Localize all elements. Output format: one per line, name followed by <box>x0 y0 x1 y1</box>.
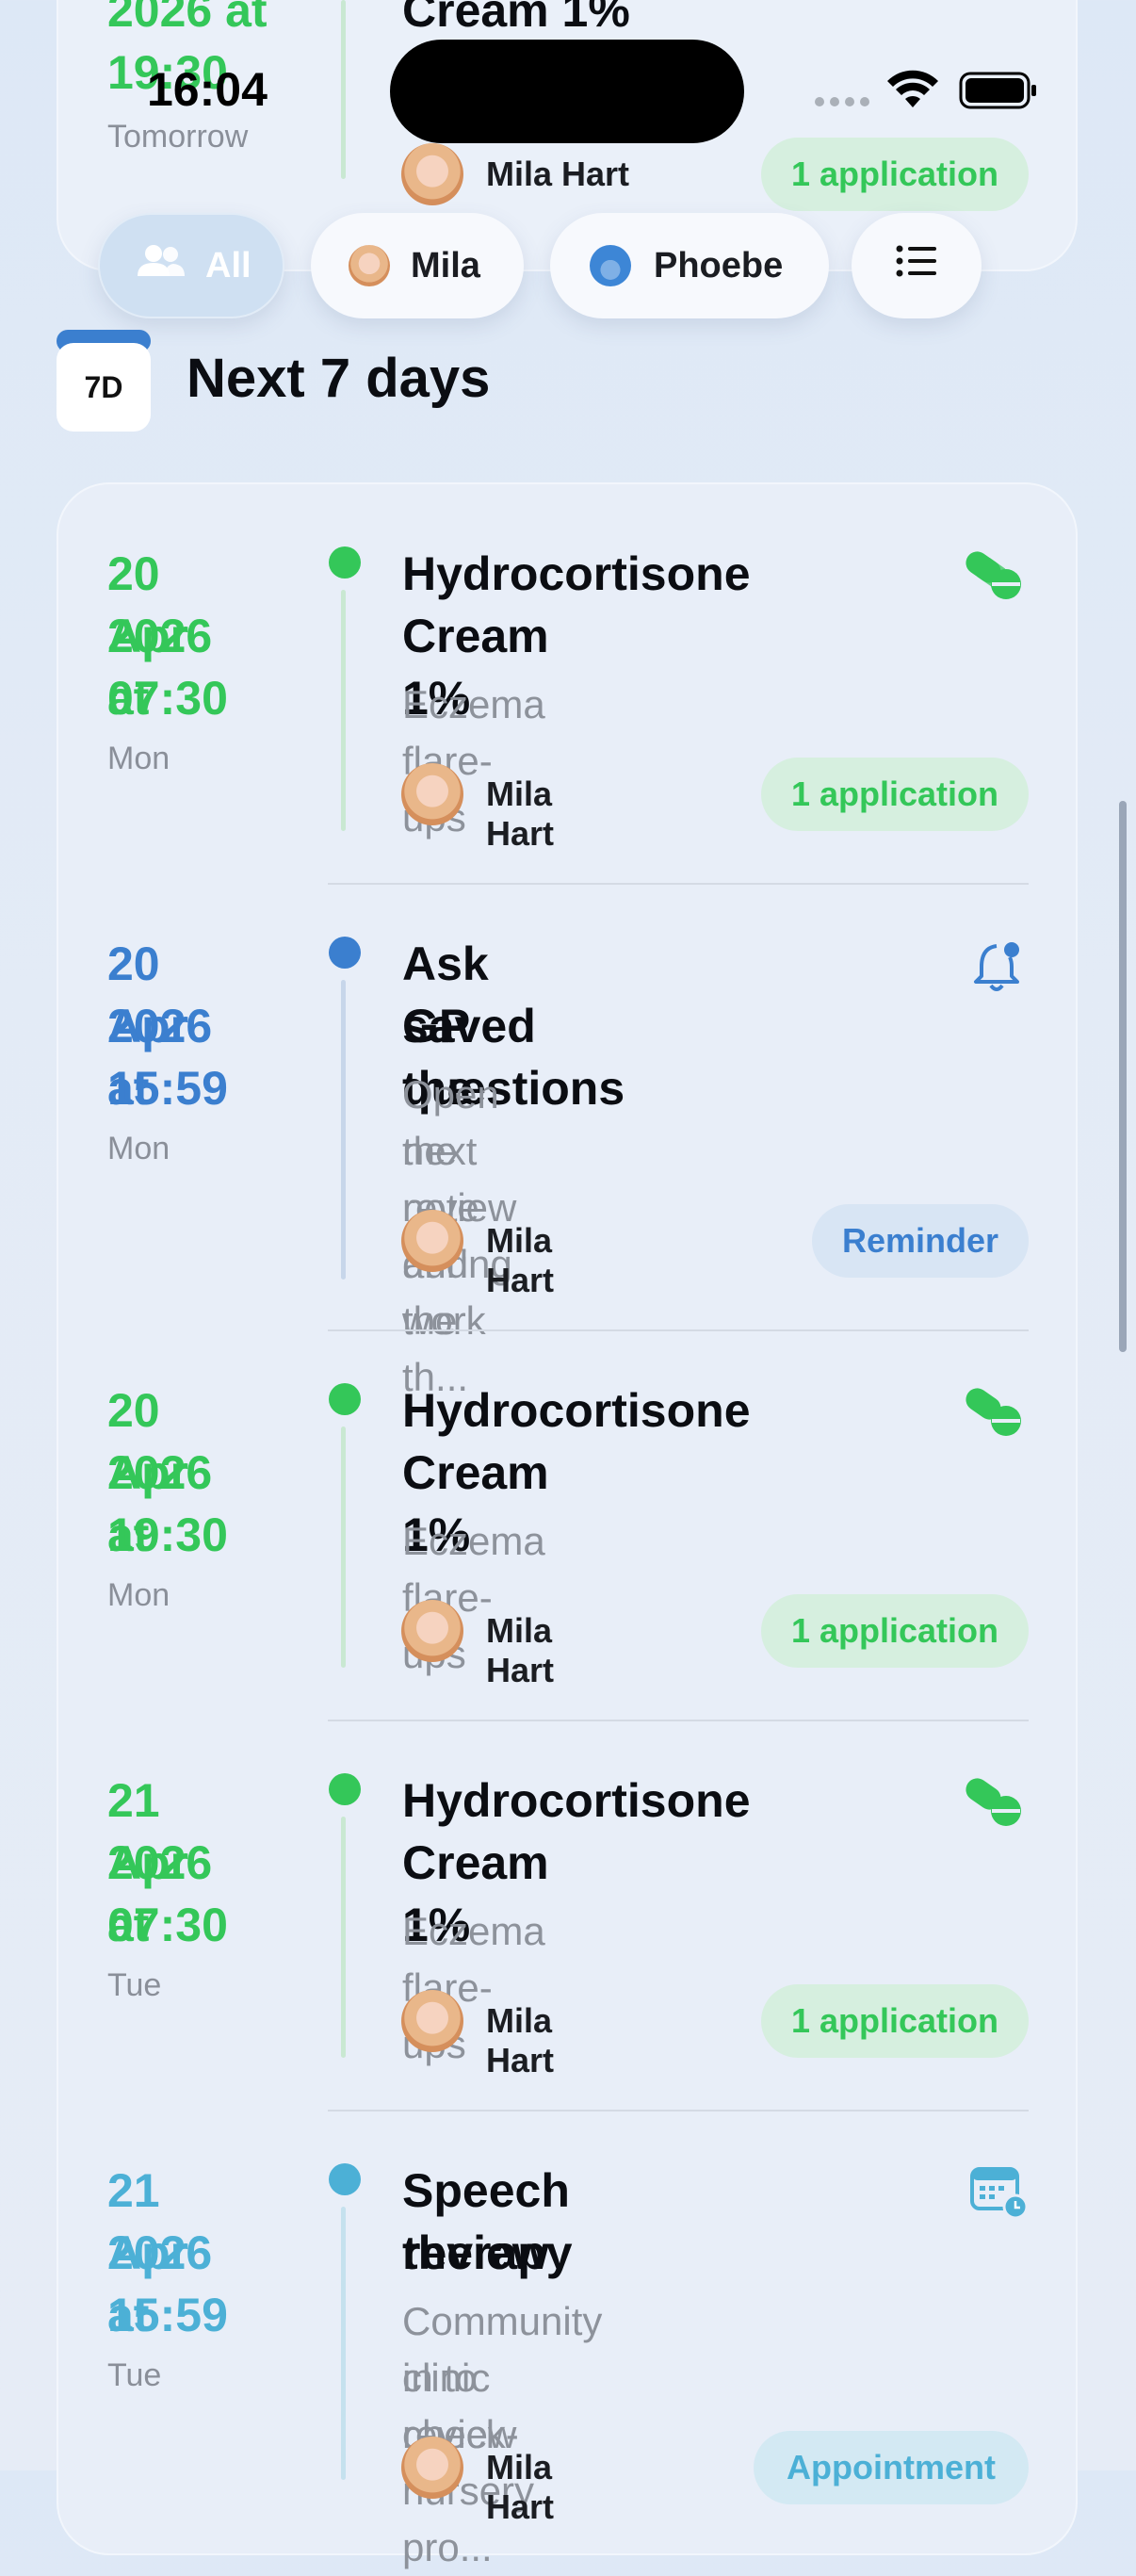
event-day: Tue <box>107 1967 162 2003</box>
timeline-line <box>341 1817 346 2058</box>
timeline-line <box>341 980 346 1280</box>
dynamic-island <box>390 40 744 143</box>
avatar <box>401 1210 463 1272</box>
timeline-dot <box>329 1383 361 1415</box>
filter-mila-chip[interactable]: Mila <box>311 213 524 318</box>
event-time: 19:30 <box>107 1508 228 1561</box>
divider <box>328 2110 1029 2111</box>
pill-icon <box>963 548 1023 606</box>
timeline-dot <box>329 1773 361 1805</box>
filter-label: All <box>205 245 252 285</box>
event-time: 15:59 <box>107 1062 228 1115</box>
filter-phoebe-chip[interactable]: Phoebe <box>550 213 829 318</box>
event-day: Mon <box>107 1577 170 1613</box>
timeline-line <box>341 2207 346 2480</box>
pill-icon <box>963 1385 1023 1443</box>
filter-label: Phoebe <box>654 245 784 285</box>
person-name: Mila Hart <box>486 1221 555 1299</box>
person-name: Mila Hart <box>486 1611 555 1689</box>
timeline-dot <box>329 546 361 579</box>
dose-badge: 1 application <box>761 1984 1029 2058</box>
filter-label: Mila <box>411 245 480 285</box>
event-title: Hydrocortisone <box>402 1774 751 1827</box>
timeline-line <box>341 590 346 831</box>
event-day: Mon <box>107 741 170 776</box>
scrollbar[interactable] <box>1119 801 1127 1352</box>
event-time: 07:30 <box>107 1899 228 1951</box>
dose-badge: 1 application <box>761 1594 1029 1668</box>
event-day: Tue <box>107 2357 162 2393</box>
list-view-button[interactable] <box>852 213 982 318</box>
section-badge: 7D <box>57 343 151 432</box>
person-name: Mila Hart <box>486 774 555 853</box>
dose-badge: 1 application <box>761 758 1029 831</box>
section-title: Next 7 days <box>187 348 491 409</box>
event-date-line: 2026 at <box>107 0 268 37</box>
avatar <box>401 143 463 205</box>
person-name: Mila Hart <box>486 155 630 193</box>
timeline-line <box>341 0 346 179</box>
avatar <box>590 245 631 286</box>
wifi-icon <box>885 70 940 114</box>
calendar-badge-icon: 7D <box>57 330 151 432</box>
filter-all-chip[interactable]: All <box>98 213 284 318</box>
event-time: 15:59 <box>107 2289 228 2341</box>
event-title: Cream 1% <box>402 0 630 37</box>
avatar <box>401 1990 463 2052</box>
timeline-dot <box>329 2163 361 2195</box>
pill-icon <box>963 1775 1023 1833</box>
event-title-line2: review <box>402 2226 549 2279</box>
bell-icon <box>970 938 1027 1000</box>
avatar <box>401 2437 463 2499</box>
divider <box>328 1720 1029 1721</box>
person-name: Mila Hart <box>486 2001 555 2079</box>
event-time: 07:30 <box>107 672 228 725</box>
calendar-clock-icon <box>970 2163 1029 2225</box>
people-icon <box>138 244 185 287</box>
avatar <box>349 245 390 286</box>
type-badge: Appointment <box>754 2431 1029 2504</box>
avatar <box>401 763 463 825</box>
event-title: Hydrocortisone <box>402 1384 751 1437</box>
timeline-dot <box>329 937 361 969</box>
dose-badge: 1 application <box>761 138 1029 211</box>
event-day: Tomorrow <box>107 119 249 155</box>
divider <box>328 1329 1029 1331</box>
type-badge: Reminder <box>812 1204 1029 1278</box>
avatar <box>401 1600 463 1662</box>
list-icon <box>896 244 937 287</box>
cellular-signal-icon <box>814 94 872 114</box>
divider <box>328 883 1029 885</box>
timeline-line <box>341 1427 346 1668</box>
event-title: Hydrocortisone <box>402 547 751 600</box>
status-time: 16:04 <box>147 63 268 116</box>
battery-icon <box>959 72 1038 114</box>
event-day: Mon <box>107 1131 170 1166</box>
person-name: Mila Hart <box>486 2448 555 2526</box>
